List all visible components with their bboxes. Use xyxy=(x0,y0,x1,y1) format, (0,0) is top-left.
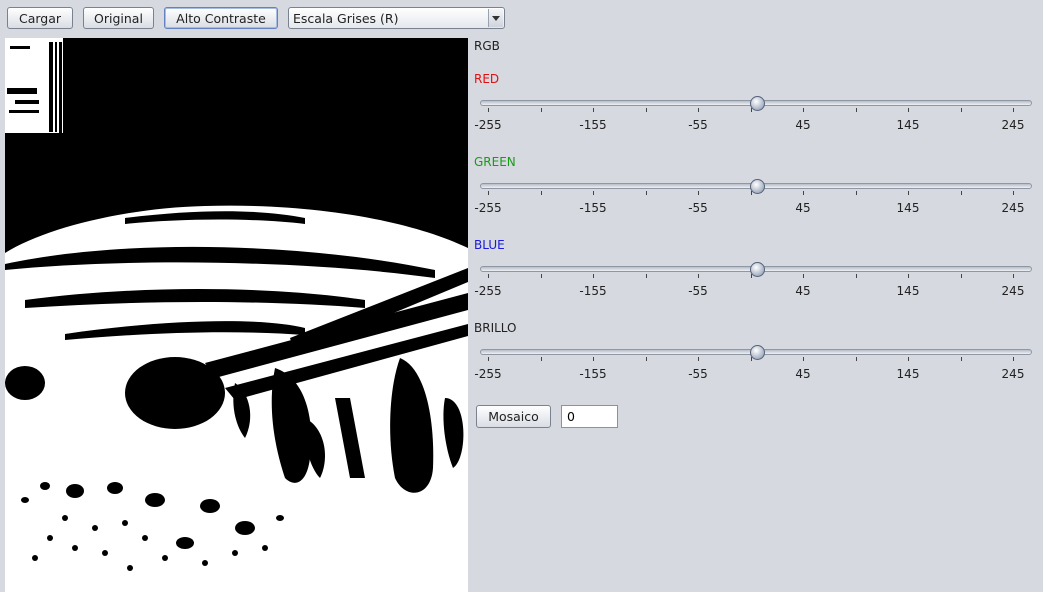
blue-label: BLUE xyxy=(474,238,505,252)
slider-tick xyxy=(698,108,699,112)
slider-tick xyxy=(645,108,647,112)
green-slider[interactable]: -255 -155 -55 45 145 245 xyxy=(474,179,1036,219)
slider-tick-label: -155 xyxy=(579,367,607,381)
slider-tick xyxy=(645,357,647,361)
mosaic-size-input[interactable] xyxy=(561,405,618,428)
slider-tick-label: -155 xyxy=(579,201,607,215)
slider-tick-label: 145 xyxy=(896,367,920,381)
slider-tick xyxy=(698,357,699,361)
slider-tick xyxy=(488,274,489,278)
brightness-label: BRILLO xyxy=(474,321,517,335)
slider-tick-label: 45 xyxy=(795,284,811,298)
red-slider[interactable]: -255 -155 -55 45 145 245 xyxy=(474,96,1036,136)
chevron-down-icon[interactable] xyxy=(488,9,503,27)
slider-tick xyxy=(540,274,542,278)
slider-tick xyxy=(960,274,962,278)
slider-tick xyxy=(488,108,489,112)
slider-tick xyxy=(803,274,804,278)
slider-tick xyxy=(1013,274,1014,278)
slider-tick xyxy=(593,274,594,278)
slider-tick xyxy=(698,191,699,195)
slider-tick xyxy=(1013,108,1014,112)
slider-tick xyxy=(908,108,909,112)
slider-tick-label: 145 xyxy=(896,201,920,215)
slider-tick xyxy=(540,191,542,195)
slider-tick xyxy=(960,357,962,361)
slider-tick xyxy=(960,108,962,112)
slider-tick-label: -255 xyxy=(474,367,502,381)
high-contrast-button[interactable]: Alto Contraste xyxy=(164,7,278,29)
slider-tick xyxy=(593,191,594,195)
slider-tick xyxy=(593,108,594,112)
filter-select[interactable]: Escala Grises (R) xyxy=(288,7,505,29)
green-label: GREEN xyxy=(474,155,516,169)
slider-tick xyxy=(855,274,857,278)
slider-tick xyxy=(540,357,542,361)
slider-tick-label: -155 xyxy=(579,284,607,298)
slider-tick-label: -255 xyxy=(474,201,502,215)
slider-tick xyxy=(960,191,962,195)
slider-tick-label: 245 xyxy=(1001,201,1025,215)
slider-tick-label: -55 xyxy=(688,201,708,215)
slider-tick-label: -55 xyxy=(688,367,708,381)
slider-tick xyxy=(1013,357,1014,361)
slider-tick xyxy=(645,274,647,278)
slider-tick-label: 45 xyxy=(795,201,811,215)
blue-slider[interactable]: -255 -155 -55 45 145 245 xyxy=(474,262,1036,302)
slider-tick xyxy=(593,357,594,361)
slider-tick-label: -255 xyxy=(474,118,502,132)
slider-tick xyxy=(803,108,804,112)
slider-tick xyxy=(488,191,489,195)
processed-image xyxy=(5,38,468,592)
slider-tick xyxy=(855,108,857,112)
slider-tick-label: 245 xyxy=(1001,284,1025,298)
slider-tick xyxy=(540,108,542,112)
red-slider-thumb[interactable] xyxy=(750,96,765,111)
slider-tick xyxy=(908,357,909,361)
slider-tick xyxy=(645,191,647,195)
rgb-label: RGB xyxy=(474,39,500,53)
slider-tick xyxy=(803,357,804,361)
filter-select-value: Escala Grises (R) xyxy=(293,11,399,26)
slider-tick xyxy=(803,191,804,195)
slider-tick-label: -155 xyxy=(579,118,607,132)
brightness-slider-thumb[interactable] xyxy=(750,345,765,360)
image-preview xyxy=(5,38,468,592)
slider-tick xyxy=(908,274,909,278)
slider-tick xyxy=(1013,191,1014,195)
slider-tick xyxy=(698,274,699,278)
mosaic-button[interactable]: Mosaico xyxy=(476,405,551,428)
slider-tick-label: 145 xyxy=(896,118,920,132)
slider-tick-label: 45 xyxy=(795,367,811,381)
slider-tick-label: -55 xyxy=(688,118,708,132)
slider-tick-label: -55 xyxy=(688,284,708,298)
slider-tick-label: 245 xyxy=(1001,118,1025,132)
slider-tick-label: 45 xyxy=(795,118,811,132)
red-label: RED xyxy=(474,72,500,86)
slider-tick-label: -255 xyxy=(474,284,502,298)
slider-tick-label: 145 xyxy=(896,284,920,298)
slider-tick xyxy=(908,191,909,195)
blue-slider-thumb[interactable] xyxy=(750,262,765,277)
original-button[interactable]: Original xyxy=(83,7,154,29)
green-slider-thumb[interactable] xyxy=(750,179,765,194)
slider-tick-label: 245 xyxy=(1001,367,1025,381)
slider-tick xyxy=(855,191,857,195)
load-button[interactable]: Cargar xyxy=(7,7,73,29)
slider-tick xyxy=(855,357,857,361)
slider-tick xyxy=(488,357,489,361)
brightness-slider[interactable]: -255 -155 -55 45 145 245 xyxy=(474,345,1036,385)
